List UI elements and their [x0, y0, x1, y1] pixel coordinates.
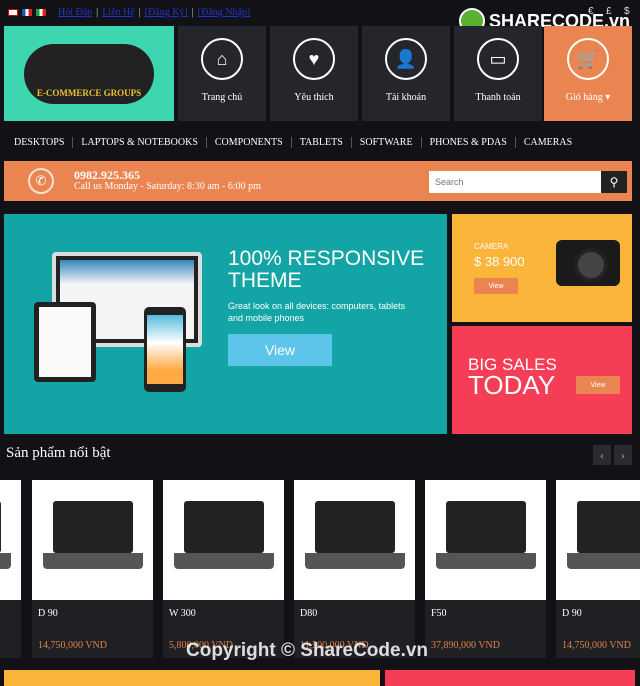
product-card[interactable]: D 90 14,750,000 VND — [32, 480, 153, 658]
login-link[interactable]: [Đăng Nhập] — [198, 7, 250, 18]
menu-phones[interactable]: PHONES & PDAS — [422, 136, 516, 148]
camera-image — [556, 240, 620, 286]
product-card[interactable]: D80 11,500,000 VND — [294, 480, 415, 658]
heart-icon: ♥ — [293, 38, 335, 80]
nav-account[interactable]: 👤 Tài khoản — [362, 26, 450, 121]
laptop-image — [304, 501, 405, 579]
menu-laptops[interactable]: LAPTOPS & NOTEBOOKS — [73, 136, 207, 148]
nav-label: Thanh toán — [475, 92, 521, 103]
product-price: 37,890,000 VND — [431, 640, 500, 651]
product-name[interactable]: D 90 — [562, 608, 582, 619]
sales-line2: TODAY — [468, 370, 556, 400]
user-icon: 👤 — [385, 38, 427, 80]
nav-label: Giỏ hàng ▾ — [565, 92, 611, 103]
nav-favorites[interactable]: ♥ Yêu thích — [270, 26, 358, 121]
devices-illustration — [34, 252, 204, 392]
logo-text: E-COMMERCE GROUPS — [24, 43, 154, 104]
product-name[interactable]: D 90 — [38, 608, 58, 619]
phone-number: 0982.925.365 — [74, 168, 140, 182]
product-price: 14,750,000 VND — [38, 640, 107, 651]
menu-desktops[interactable]: DESKTOPS — [6, 136, 74, 148]
contact-link[interactable]: Liên Hệ — [102, 7, 135, 18]
site-logo[interactable]: E-COMMERCE GROUPS — [4, 26, 174, 121]
nav-label: Tài khoản — [385, 92, 427, 103]
copyright-watermark: Copyright © ShareCode.vn — [186, 640, 429, 661]
register-link[interactable]: [Đăng Ký] — [145, 7, 188, 18]
camera-label: CAMERA — [474, 242, 509, 251]
menu-cameras[interactable]: CAMERAS — [516, 137, 580, 148]
camera-price: $ 38 900 — [474, 254, 525, 269]
product-card[interactable]: F50 37,890,000 VND — [425, 480, 546, 658]
red-banner — [385, 670, 635, 686]
sales-promo[interactable]: BIG SALES TODAY View — [452, 326, 632, 434]
hero-title: 100% RESPONSIVE THEME — [228, 247, 425, 292]
category-menu: DESKTOPS LAPTOPS & NOTEBOOKS COMPONENTS … — [0, 130, 640, 154]
contact-bar: ✆ 0982.925.365 Call us Monday - Saturday:… — [4, 161, 632, 201]
nav-home[interactable]: ⌂ Trang chủ — [178, 26, 266, 121]
laptop-image — [435, 501, 536, 579]
faq-link[interactable]: Hỏi Đáp — [58, 7, 92, 18]
nav-checkout[interactable]: ▭ Thanh toán — [454, 26, 542, 121]
hero-description: Great look on all devices: computers, ta… — [228, 301, 406, 323]
camera-view-button[interactable]: View — [474, 278, 518, 294]
nav-label: Trang chủ — [201, 92, 243, 103]
hero-banner[interactable]: 100% RESPONSIVE THEME Great look on all … — [4, 214, 447, 434]
flag-english-icon[interactable] — [8, 9, 18, 16]
search-button[interactable]: ⚲ — [601, 171, 627, 193]
yellow-banner — [4, 670, 380, 686]
menu-tablets[interactable]: TABLETS — [292, 136, 352, 148]
nav-cart[interactable]: 🛒 Giỏ hàng ▾ — [544, 26, 632, 121]
cart-icon: 🛒 — [567, 38, 609, 80]
business-hours: Call us Monday - Saturday: 8:30 am - 6:0… — [74, 181, 261, 192]
product-name[interactable]: D80 — [300, 608, 317, 619]
product-carousel: D 90 14,750,000 VND W 300 5,800,000 VND D8… — [0, 480, 640, 658]
flag-italian-icon[interactable] — [36, 9, 46, 16]
menu-software[interactable]: SOFTWARE — [352, 136, 422, 148]
nav-label: Yêu thích — [294, 92, 334, 103]
flag-french-icon[interactable] — [22, 9, 32, 16]
hero-view-button[interactable]: View — [228, 334, 332, 366]
product-card[interactable]: D 90 14,750,000 VND — [556, 480, 640, 658]
search-input[interactable] — [429, 171, 601, 193]
carousel-next-button[interactable]: › — [614, 445, 632, 465]
laptop-image — [173, 501, 274, 579]
search-icon: ⚲ — [609, 174, 619, 189]
product-name[interactable]: W 300 — [169, 608, 196, 619]
laptop-image — [42, 501, 143, 579]
laptop-image — [0, 501, 11, 579]
carousel-prev-button[interactable]: ‹ — [593, 445, 611, 465]
camera-promo[interactable]: CAMERA $ 38 900 View — [452, 214, 632, 322]
laptop-image — [566, 501, 640, 579]
product-card-partial[interactable] — [0, 480, 21, 658]
product-name[interactable]: F50 — [431, 608, 447, 619]
menu-components[interactable]: COMPONENTS — [207, 136, 292, 148]
phone-icon: ✆ — [28, 168, 54, 194]
card-icon: ▭ — [477, 38, 519, 80]
home-icon: ⌂ — [201, 38, 243, 80]
featured-title: Sản phẩm nổi bật — [6, 445, 111, 461]
product-card[interactable]: W 300 5,800,000 VND — [163, 480, 284, 658]
product-price: 14,750,000 VND — [562, 640, 631, 651]
sales-view-button[interactable]: View — [576, 376, 620, 394]
